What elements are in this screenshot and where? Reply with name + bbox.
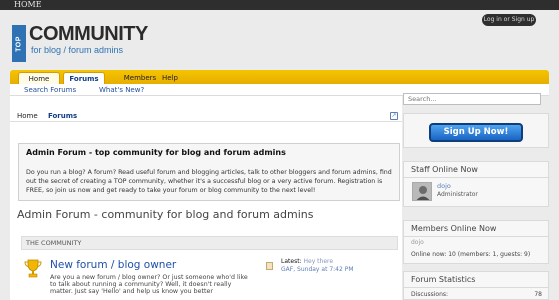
forum-description: Are you a new forum / blog owner? Or jus…: [50, 274, 248, 295]
staff-online-title: Staff Online Now: [411, 165, 478, 174]
top-bar: HOME: [0, 0, 559, 10]
logo-title[interactable]: COMMUNITY: [29, 23, 148, 45]
latest-post: Latest: Hey there GAF, Sunday at 7:42 PM: [281, 258, 354, 274]
members-online-panel: Members Online Now dojo Online now: 10 (…: [403, 220, 549, 264]
members-online-title: Members Online Now: [411, 224, 497, 233]
top-home-link[interactable]: HOME: [14, 0, 42, 10]
signup-panel: Sign Up Now!: [403, 113, 549, 148]
category-title[interactable]: THE COMMUNITY: [26, 239, 81, 248]
link-icon[interactable]: ↗: [390, 112, 398, 120]
latest-time: , Sunday at 7:42 PM: [293, 266, 354, 273]
site-header: TOP COMMUNITY for blog / forum admins Lo…: [0, 10, 559, 70]
breadcrumb-forums[interactable]: Forums: [48, 111, 77, 121]
tab-members[interactable]: Members: [118, 72, 162, 84]
login-signup-button[interactable]: Log in or Sign up: [482, 14, 536, 26]
divider: [404, 177, 548, 178]
whats-new-link[interactable]: What's New?: [99, 85, 144, 95]
logo-badge[interactable]: TOP: [12, 25, 26, 62]
category-header: THE COMMUNITY: [21, 236, 398, 250]
discussions-value: 78: [534, 291, 542, 298]
tab-help[interactable]: Help: [158, 72, 182, 84]
staff-role: Administrator: [437, 191, 478, 198]
logo-subtitle: for blog / forum admins: [31, 45, 124, 55]
forum-statistics-title: Forum Statistics: [411, 275, 476, 284]
latest-label: Latest:: [281, 258, 302, 265]
main-content: Home Forums ↗ Admin Forum - top communit…: [10, 96, 402, 300]
notice-body: Do you run a blog? A forum? Read useful …: [26, 169, 392, 194]
main-nav: Home Forums Members Help: [10, 70, 549, 84]
search-forums-link[interactable]: Search Forums: [24, 85, 76, 95]
forum-statistics-panel: Forum Statistics Discussions: 78: [403, 271, 549, 300]
online-member[interactable]: dojo: [411, 239, 424, 246]
forum-title[interactable]: New forum / blog owner: [50, 259, 176, 271]
logo-badge-text: TOP: [15, 35, 23, 52]
trophy-icon: [24, 259, 42, 278]
avatar[interactable]: [412, 182, 432, 201]
breadcrumb-home[interactable]: Home: [17, 111, 38, 121]
tab-forums[interactable]: Forums: [63, 72, 105, 84]
search-input[interactable]: [403, 93, 541, 105]
online-count: Online now: 10 (members: 1, guests: 9): [411, 251, 531, 258]
divider: [404, 236, 548, 237]
staff-online-panel: Staff Online Now dojo Administrator: [403, 161, 549, 207]
page-title: Admin Forum - community for blog and for…: [17, 208, 314, 221]
staff-name[interactable]: dojo: [437, 182, 451, 190]
notice-box: Admin Forum - top community for blog and…: [18, 143, 400, 201]
notice-title: Admin Forum - top community for blog and…: [26, 148, 286, 157]
tab-home[interactable]: Home: [18, 72, 60, 84]
latest-thread-link[interactable]: Hey there: [304, 258, 334, 265]
divider: [404, 287, 548, 288]
document-icon: [266, 262, 273, 270]
discussions-label: Discussions:: [411, 291, 449, 298]
sign-up-button[interactable]: Sign Up Now!: [429, 123, 523, 142]
latest-member-link[interactable]: GAF: [281, 266, 293, 273]
breadcrumb: Home Forums ↗: [10, 110, 402, 122]
forum-row: New forum / blog owner Are you a new for…: [21, 252, 398, 300]
